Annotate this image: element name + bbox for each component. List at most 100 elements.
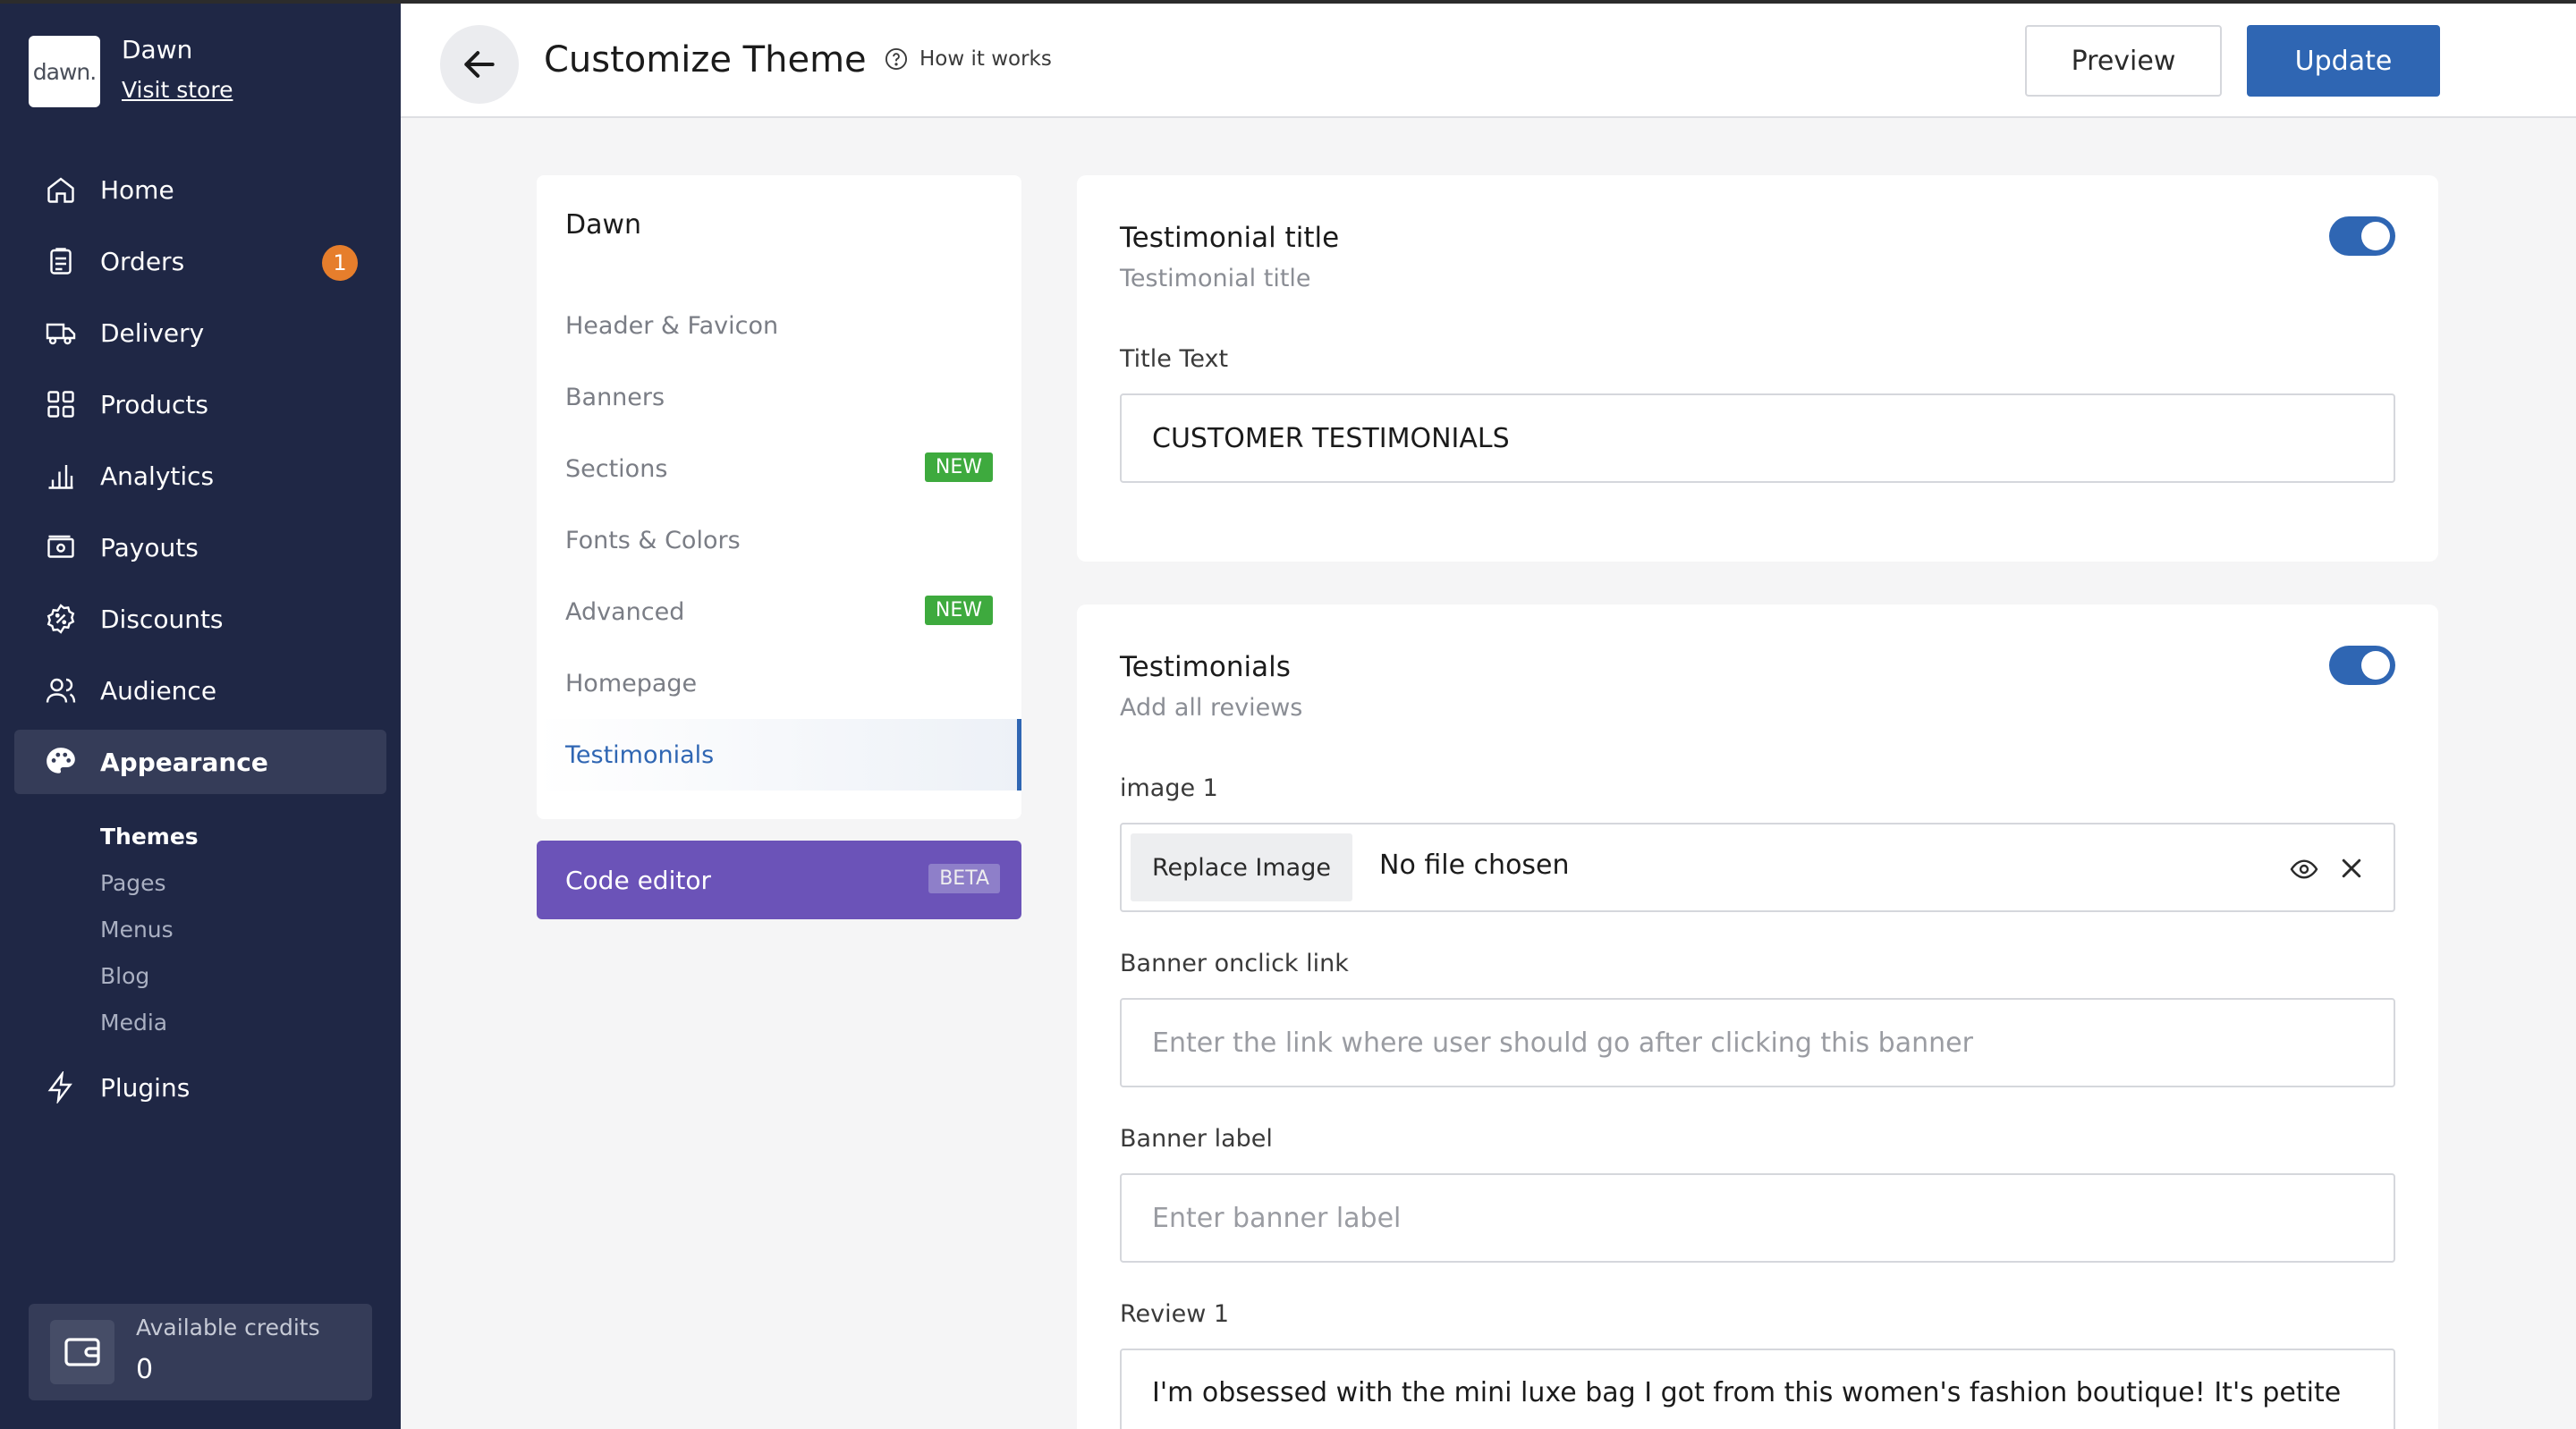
- page-title: Customize Theme: [544, 39, 867, 80]
- truck-icon: [43, 315, 79, 351]
- submenu-item-themes[interactable]: Themes: [100, 819, 199, 866]
- sidebar-item-label: Orders: [100, 246, 185, 276]
- card-subtitle: Add all reviews: [1120, 694, 1303, 722]
- payout-icon: [43, 529, 79, 565]
- sidebar-item-label: Audience: [100, 675, 217, 706]
- banner-link-label: Banner onclick link: [1120, 950, 1349, 977]
- beta-badge: BETA: [928, 864, 1000, 893]
- eye-icon[interactable]: [2288, 855, 2320, 884]
- card-subtitle: Testimonial title: [1120, 265, 1311, 292]
- menu-item-fonts-colors[interactable]: Fonts & Colors: [537, 504, 1021, 576]
- menu-item-label: Homepage: [565, 669, 698, 698]
- theme-settings-menu: Dawn Header & Favicon Banners Sections NE…: [537, 175, 1021, 819]
- menu-item-label: Sections: [565, 454, 668, 483]
- sidebar-item-analytics[interactable]: Analytics: [14, 444, 386, 508]
- sidebar-item-label: Plugins: [100, 1072, 191, 1103]
- code-editor-label: Code editor: [565, 865, 711, 895]
- submenu-item-blog[interactable]: Blog: [100, 959, 199, 1005]
- title-text-input[interactable]: [1120, 393, 2395, 483]
- code-editor-button[interactable]: Code editor BETA: [537, 841, 1021, 919]
- discount-icon: [43, 601, 79, 637]
- grid-icon: [43, 386, 79, 422]
- replace-image-button[interactable]: Replace Image: [1131, 833, 1352, 901]
- home-icon: [43, 172, 79, 207]
- menu-item-header-favicon[interactable]: Header & Favicon: [537, 290, 1021, 361]
- menu-item-testimonials[interactable]: Testimonials: [537, 719, 1021, 791]
- sidebar-item-label: Products: [100, 389, 208, 419]
- testimonial-title-toggle[interactable]: [2329, 216, 2395, 256]
- how-it-works-link[interactable]: How it works: [884, 47, 1052, 72]
- sidebar-item-label: Home: [100, 174, 174, 205]
- sidebar-item-appearance[interactable]: Appearance: [14, 730, 386, 794]
- store-info: dawn. Dawn Visit store: [29, 36, 233, 107]
- window-top-edge: [0, 0, 2576, 4]
- sidebar-item-label: Appearance: [100, 747, 268, 777]
- menu-item-sections[interactable]: Sections NEW: [537, 433, 1021, 504]
- sidebar-item-orders[interactable]: Orders 1: [14, 229, 386, 293]
- review-label: Review 1: [1120, 1300, 1230, 1328]
- banner-label-label: Banner label: [1120, 1125, 1273, 1153]
- palette-icon: [43, 744, 79, 780]
- card-title: Testimonials: [1120, 651, 1291, 683]
- menu-item-label: Fonts & Colors: [565, 526, 741, 554]
- credits-value: 0: [136, 1354, 154, 1385]
- sidebar-item-audience[interactable]: Audience: [14, 658, 386, 723]
- top-header: Customize Theme How it works Preview Upd…: [401, 4, 2576, 118]
- menu-item-advanced[interactable]: Advanced NEW: [537, 576, 1021, 647]
- image-upload-field: Replace Image No file chosen: [1120, 823, 2395, 912]
- sidebar-item-home[interactable]: Home: [14, 157, 386, 222]
- available-credits-card[interactable]: Available credits 0: [29, 1304, 372, 1400]
- title-text-label: Title Text: [1120, 345, 1229, 373]
- review-textarea[interactable]: I'm obsessed with the mini luxe bag I go…: [1120, 1349, 2395, 1429]
- credits-label: Available credits: [136, 1315, 320, 1340]
- sidebar-item-label: Delivery: [100, 317, 205, 348]
- sidebar-item-payouts[interactable]: Payouts: [14, 515, 386, 579]
- testimonials-toggle[interactable]: [2329, 646, 2395, 685]
- clipboard-icon: [43, 243, 79, 279]
- users-icon: [43, 672, 79, 708]
- submenu-item-media[interactable]: Media: [100, 1005, 199, 1052]
- file-status: No file chosen: [1379, 850, 1570, 881]
- visit-store-link[interactable]: Visit store: [122, 77, 233, 103]
- sidebar-item-delivery[interactable]: Delivery: [14, 300, 386, 365]
- menu-item-label: Testimonials: [565, 740, 715, 769]
- banner-label-input[interactable]: [1120, 1173, 2395, 1263]
- submenu-item-pages[interactable]: Pages: [100, 866, 199, 912]
- wallet-icon: [50, 1320, 114, 1384]
- appearance-submenu: Themes Pages Menus Blog Media: [100, 819, 199, 1052]
- menu-item-homepage[interactable]: Homepage: [537, 647, 1021, 719]
- sidebar-item-discounts[interactable]: Discounts: [14, 587, 386, 651]
- bar-chart-icon: [43, 458, 79, 494]
- submenu-item-menus[interactable]: Menus: [100, 912, 199, 959]
- store-logo: dawn.: [29, 36, 100, 107]
- sidebar-item-products[interactable]: Products: [14, 372, 386, 436]
- sidebar-item-label: Payouts: [100, 532, 199, 562]
- banner-link-input[interactable]: [1120, 998, 2395, 1087]
- help-circle-icon: [885, 47, 908, 71]
- sidebar-item-label: Discounts: [100, 604, 224, 634]
- store-name: Dawn: [122, 35, 193, 64]
- close-icon[interactable]: [2338, 855, 2365, 882]
- update-button[interactable]: Update: [2247, 25, 2440, 97]
- theme-name: Dawn: [565, 209, 642, 241]
- image-label: image 1: [1120, 774, 1218, 802]
- new-badge: NEW: [924, 452, 993, 482]
- lightning-icon: [43, 1070, 79, 1105]
- sidebar-item-plugins[interactable]: Plugins: [14, 1055, 386, 1120]
- arrow-left-icon: [464, 51, 495, 78]
- menu-item-label: Header & Favicon: [565, 311, 779, 340]
- sidebar-item-label: Analytics: [100, 461, 215, 491]
- menu-item-label: Advanced: [565, 597, 685, 626]
- new-badge: NEW: [924, 596, 993, 625]
- sidebar: dawn. Dawn Visit store Home Orders 1 Del…: [0, 0, 401, 1429]
- how-it-works-label: How it works: [919, 47, 1052, 71]
- testimonials-card: Testimonials Add all reviews image 1 Rep…: [1077, 605, 2438, 1429]
- menu-item-banners[interactable]: Banners: [537, 361, 1021, 433]
- back-button[interactable]: [440, 25, 519, 104]
- preview-button[interactable]: Preview: [2025, 25, 2222, 97]
- sidebar-nav: Home Orders 1 Delivery Products Analytic…: [14, 157, 386, 801]
- orders-count-badge: 1: [322, 245, 358, 281]
- card-title: Testimonial title: [1120, 222, 1340, 254]
- menu-item-label: Banners: [565, 383, 665, 411]
- testimonial-title-card: Testimonial title Testimonial title Titl…: [1077, 175, 2438, 562]
